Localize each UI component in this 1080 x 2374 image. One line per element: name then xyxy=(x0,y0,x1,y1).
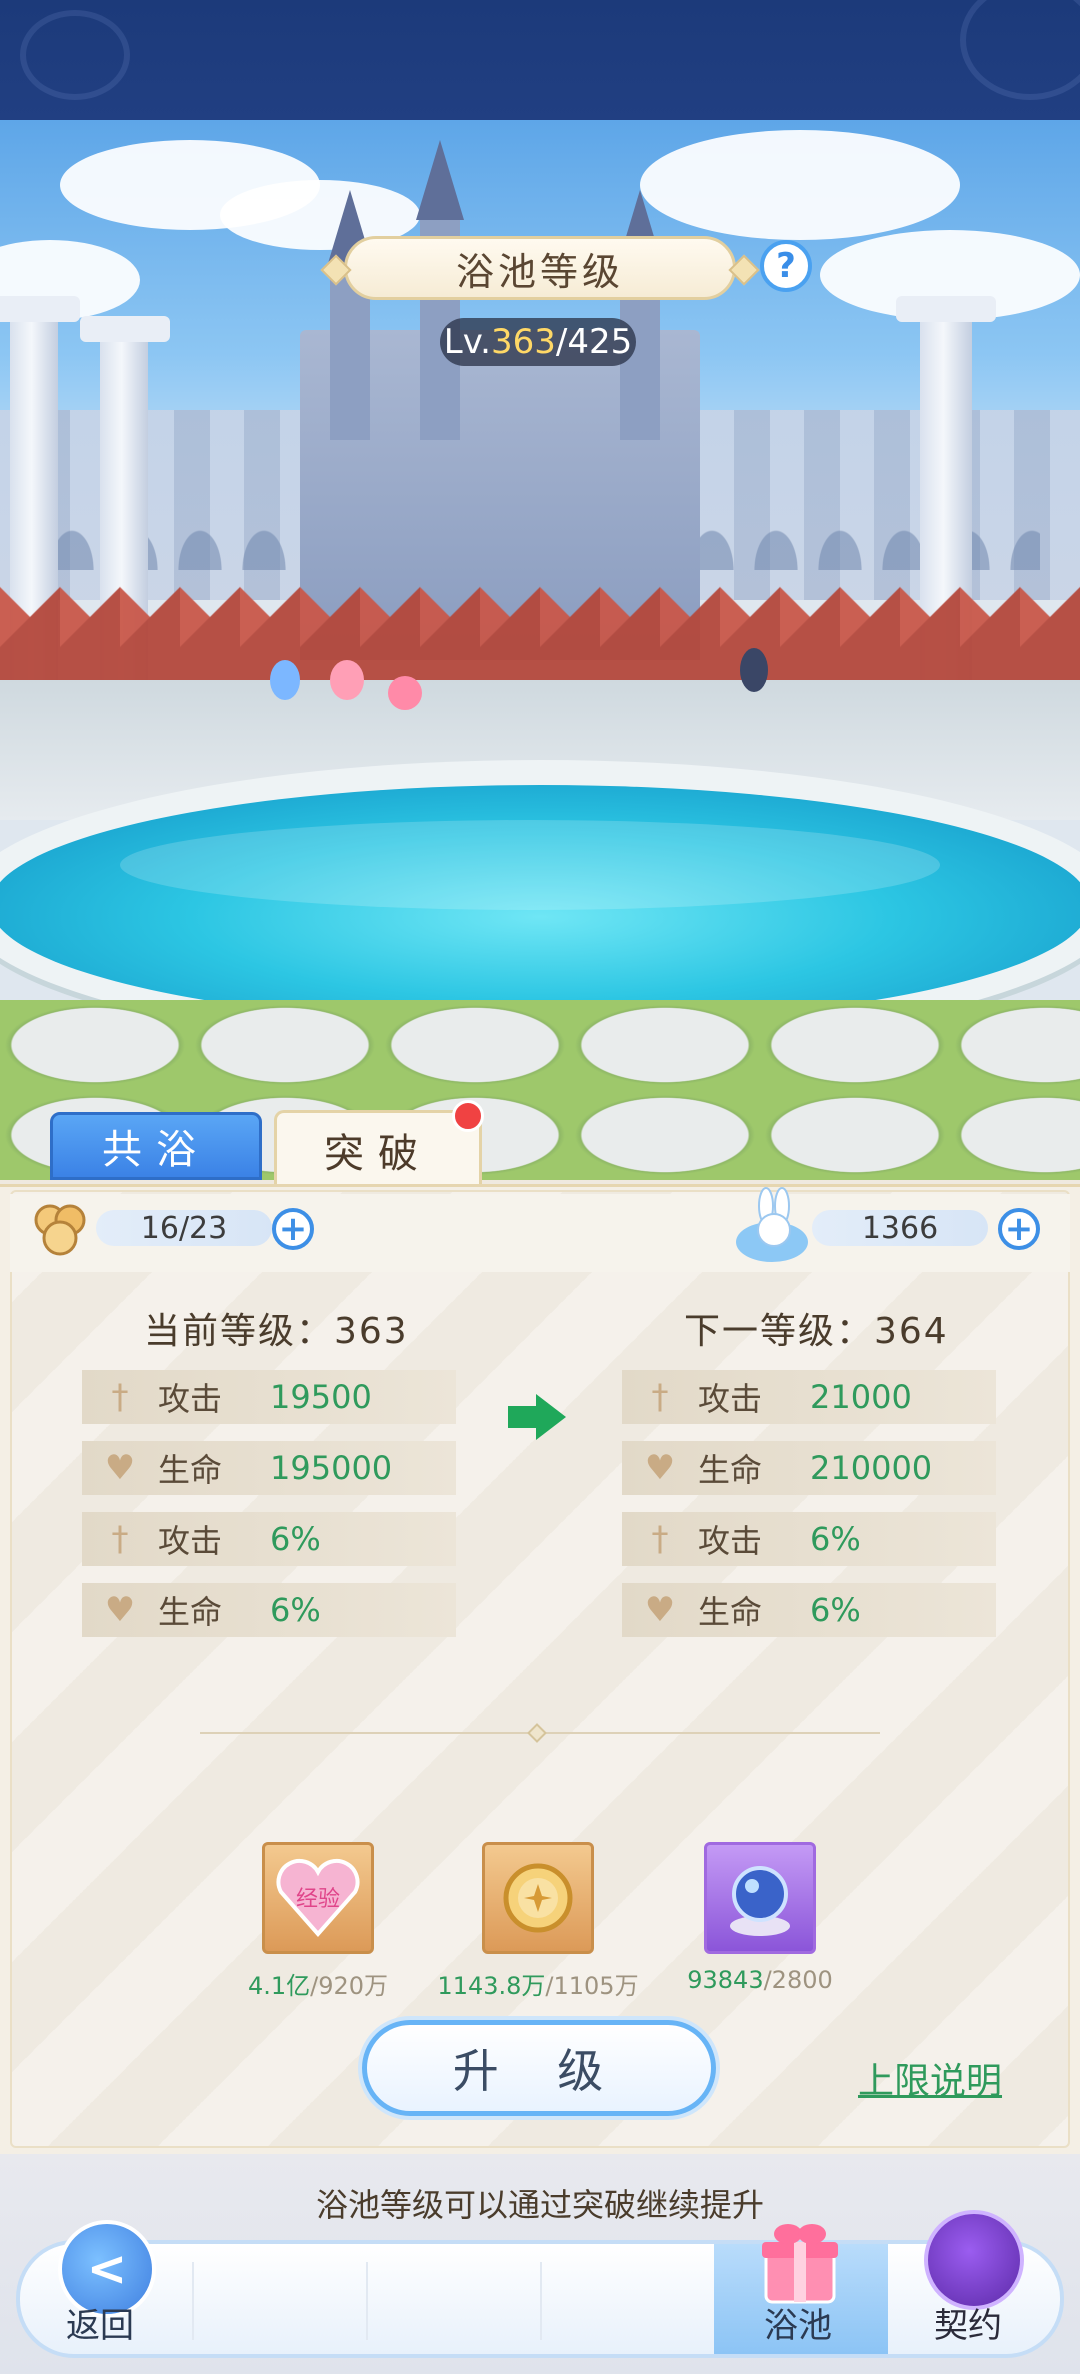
heart-watermark-icon xyxy=(20,10,130,100)
nav-back[interactable]: 返回 xyxy=(66,2298,134,2347)
contract-icon[interactable] xyxy=(924,2210,1024,2310)
gold-coin-icon[interactable] xyxy=(482,1842,594,1954)
heart-icon: ♥ xyxy=(644,1448,676,1488)
character-sprite xyxy=(388,676,422,710)
tab-co-bath[interactable]: 共浴 xyxy=(50,1112,262,1180)
heart-icon: ♥ xyxy=(644,1590,676,1630)
swirl-watermark-icon xyxy=(960,0,1080,100)
pool-level-badge: Lv. 363 /425 xyxy=(440,318,636,366)
heart-icon: ♥ xyxy=(104,1590,136,1630)
next-stat-row: † 攻击 6% xyxy=(622,1512,996,1566)
character-sprite xyxy=(740,648,768,692)
current-level-heading: 当前等级：363 xyxy=(144,1311,409,1352)
next-stat-row: † 攻击 21000 xyxy=(622,1370,996,1424)
next-stat-row: ♥ 生命 210000 xyxy=(622,1441,996,1495)
nav-contract[interactable]: 契约 xyxy=(934,2298,1002,2347)
cost-crystal-label: 93843/2800 xyxy=(687,1966,833,1994)
pool-level-title: 浴池等级 xyxy=(344,236,736,300)
bubble-bunny-icon xyxy=(736,1187,808,1262)
resource-right-value: 1366 xyxy=(812,1210,988,1246)
exp-heart-crystal-icon[interactable]: 经验 xyxy=(262,1842,374,1954)
next-stat-row: ♥ 生命 6% xyxy=(622,1583,996,1637)
level-current: 363 xyxy=(490,322,556,362)
current-stat-row: ♥ 生命 195000 xyxy=(82,1441,456,1495)
resource-left-value: 16/23 xyxy=(96,1210,272,1246)
gift-box-icon[interactable] xyxy=(752,2212,848,2308)
sword-icon: † xyxy=(111,1377,129,1417)
sword-icon: † xyxy=(651,1519,669,1559)
tab-breakthrough[interactable]: 突破 xyxy=(274,1110,482,1186)
add-resource-left-button[interactable]: + xyxy=(272,1208,314,1250)
level-max: /425 xyxy=(555,322,633,362)
next-level-heading: 下一等级：364 xyxy=(684,1311,949,1352)
breakthrough-hint: 浴池等级可以通过突破继续提升 xyxy=(315,2186,764,2224)
level-prefix: Lv. xyxy=(443,322,491,362)
status-bar xyxy=(0,0,1080,120)
upgrade-button[interactable]: 升 级 xyxy=(362,2020,716,2116)
current-stat-row: ♥ 生命 6% xyxy=(82,1583,456,1637)
sword-icon: † xyxy=(111,1519,129,1559)
current-stat-row: † 攻击 6% xyxy=(82,1512,456,1566)
nav-pool[interactable]: 浴池 xyxy=(764,2298,832,2347)
svg-text:经验: 经验 xyxy=(296,1887,340,1912)
gold-coins-icon xyxy=(34,1204,86,1256)
sword-icon: † xyxy=(651,1377,669,1417)
crystal-orb-icon[interactable] xyxy=(704,1842,816,1954)
notification-dot xyxy=(452,1100,484,1132)
limit-info-link[interactable]: 上限说明 xyxy=(858,2052,1002,2104)
character-sprite xyxy=(330,660,364,700)
heart-icon: ♥ xyxy=(104,1448,136,1488)
current-stat-row: † 攻击 19500 xyxy=(82,1370,456,1424)
character-sprite xyxy=(270,660,300,700)
cost-gold-label: 1143.8万/1105万 xyxy=(437,1972,639,2000)
help-icon[interactable]: ? xyxy=(760,240,812,292)
add-resource-right-button[interactable]: + xyxy=(998,1208,1040,1250)
